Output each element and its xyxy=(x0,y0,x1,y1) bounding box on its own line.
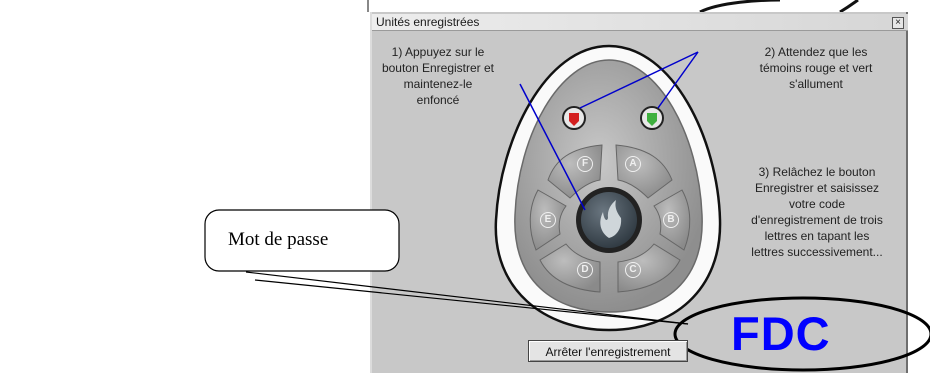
key-d-label: D xyxy=(577,262,593,278)
stop-recording-button[interactable]: Arrêter l'enregistrement xyxy=(528,340,688,362)
step1-line: bouton Enregistrer et xyxy=(381,61,495,75)
key-a-label: A xyxy=(625,156,641,172)
step3-line: lettres successivement... xyxy=(751,245,883,259)
step2-line: témoins rouge et vert xyxy=(759,61,873,75)
key-b-label: B xyxy=(663,212,679,228)
step3-line: votre code xyxy=(788,197,846,211)
step1-line: 1) Appuyez sur le xyxy=(391,45,485,59)
step2-instructions: 2) Attendez que les témoins rouge et ver… xyxy=(746,44,886,92)
step3-line: Enregistrer et saisissez xyxy=(754,181,880,195)
key-e-label: E xyxy=(540,212,556,228)
step1-line: enfoncé xyxy=(416,93,460,107)
step3-line: lettres en tapant les xyxy=(764,229,870,243)
step2-line: 2) Attendez que les xyxy=(764,45,868,59)
callout-label: Mot de passe xyxy=(228,229,329,250)
step1-line: maintenez-le xyxy=(403,77,473,91)
key-c-label: C xyxy=(625,262,641,278)
step1-instructions: 1) Appuyez sur le bouton Enregistrer et … xyxy=(378,44,498,108)
step2-line: s'allument xyxy=(789,77,843,91)
step3-line: 3) Relâchez le bouton xyxy=(758,165,876,179)
key-f-label: F xyxy=(577,156,593,172)
step3-instructions: 3) Relâchez le bouton Enregistrer et sai… xyxy=(732,164,902,260)
entered-code-text: FDC xyxy=(731,307,831,360)
step3-line: d'enregistrement de trois xyxy=(751,213,883,227)
